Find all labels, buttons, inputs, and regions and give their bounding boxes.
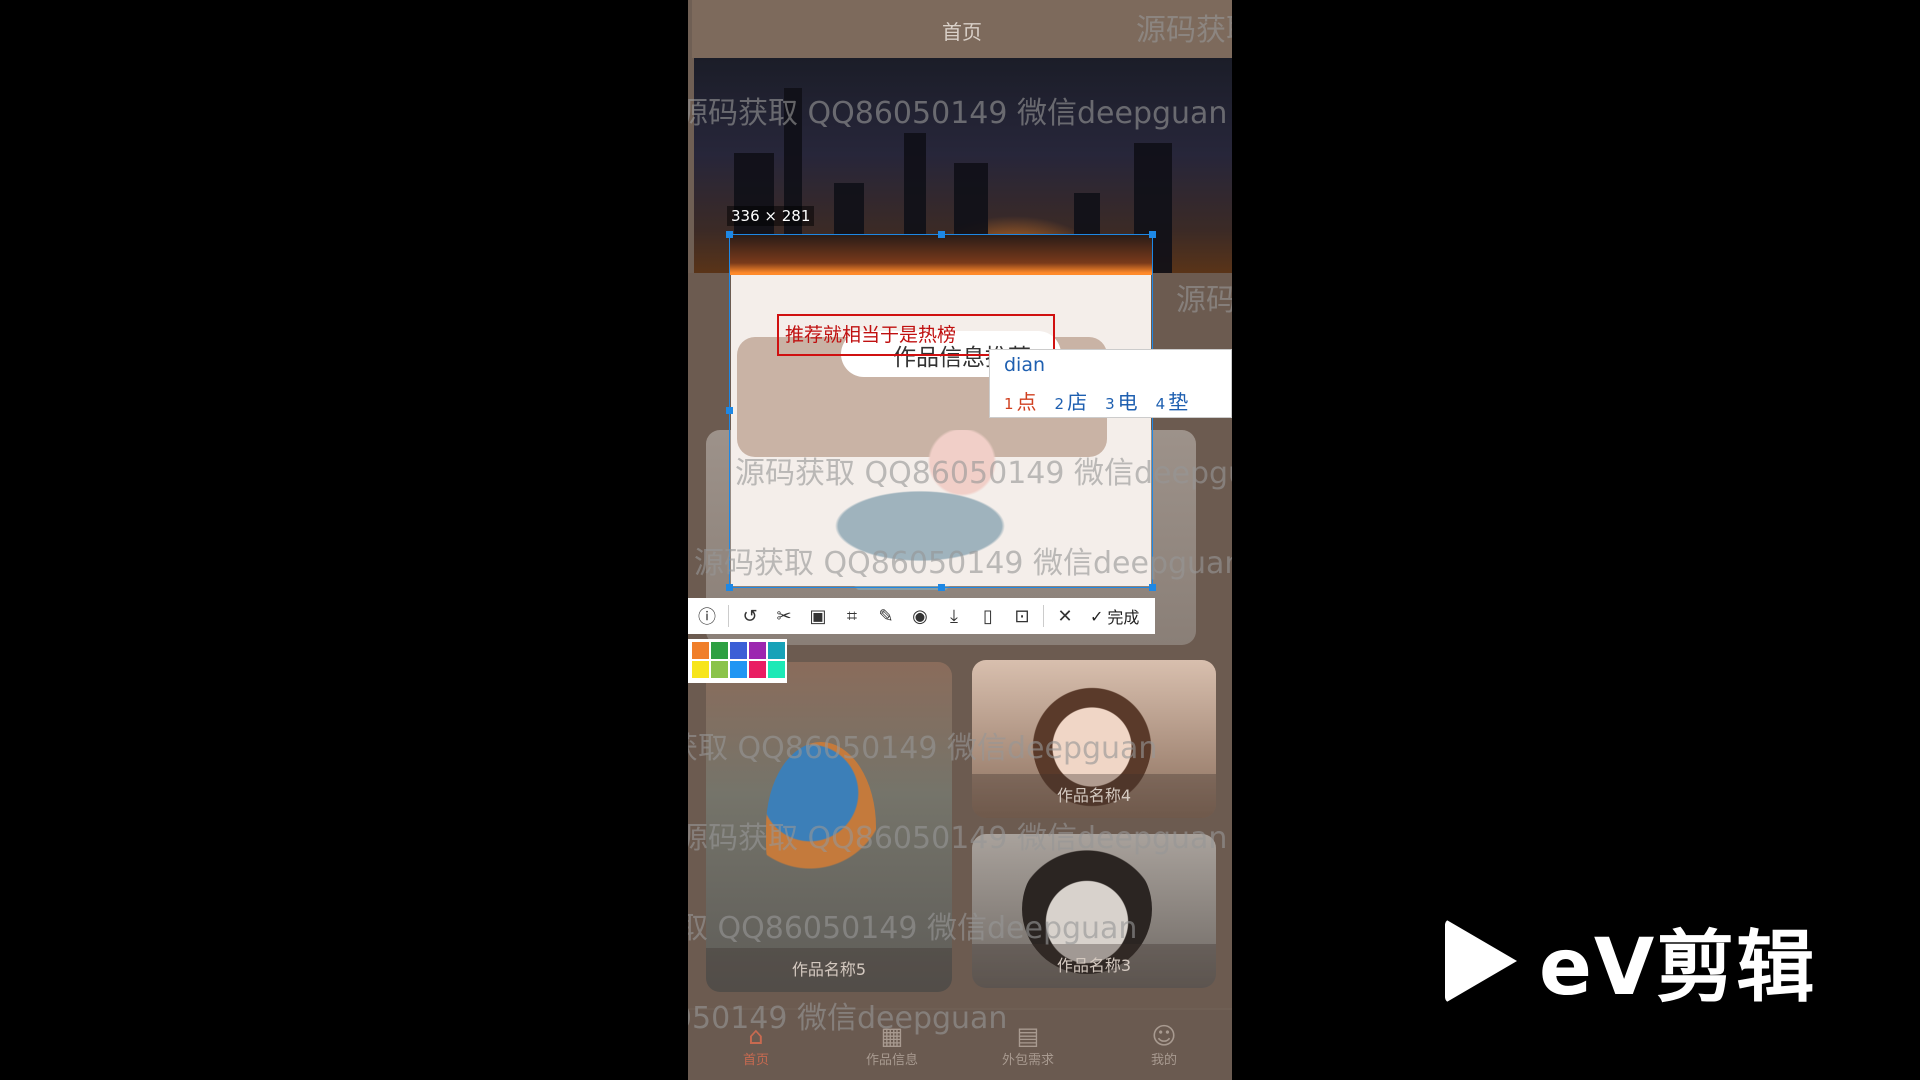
color-swatch[interactable] bbox=[711, 642, 728, 659]
tab-label: 外包需求 bbox=[1001, 1052, 1054, 1068]
work-card[interactable]: 作品名称5 bbox=[706, 662, 952, 992]
work-card[interactable]: 作品名称3 bbox=[972, 834, 1216, 988]
home-icon: ⌂ bbox=[748, 1021, 764, 1050]
color-swatch[interactable] bbox=[749, 661, 766, 678]
color-swatch[interactable] bbox=[768, 661, 785, 678]
crop-icon[interactable]: ✂ bbox=[769, 606, 799, 627]
resize-handle[interactable] bbox=[1149, 231, 1156, 238]
selection-banner-slice bbox=[730, 235, 1152, 275]
screenshot-toolbar: ⓘ ↺ ✂ ▣ ⌗ ✎ ◉ ⤓ ▯ ⊡ ✕ ✓ 完成 bbox=[688, 598, 1155, 634]
resize-handle[interactable] bbox=[726, 584, 733, 591]
tab-outsourcing[interactable]: ▤ 外包需求 bbox=[960, 1010, 1096, 1080]
color-palette bbox=[688, 639, 787, 683]
work-title: 作品名称5 bbox=[706, 948, 952, 992]
pin-icon[interactable]: ✎ bbox=[871, 606, 901, 627]
resize-handle[interactable] bbox=[938, 231, 945, 238]
tab-label: 作品信息 bbox=[865, 1052, 918, 1068]
logo-text: eV剪辑 bbox=[1539, 923, 1817, 1013]
color-swatch[interactable] bbox=[692, 661, 709, 678]
undo-icon[interactable]: ↺ bbox=[735, 606, 765, 627]
ime-candidate[interactable]: 1点 bbox=[1004, 386, 1037, 415]
tab-home[interactable]: ⌂ 首页 bbox=[688, 1010, 824, 1080]
top-navbar: 首页 bbox=[692, 0, 1232, 58]
scan-icon[interactable]: ⌗ bbox=[837, 606, 867, 627]
resize-handle[interactable] bbox=[1149, 584, 1156, 591]
selection-size-label: 336 × 281 bbox=[727, 206, 815, 226]
work-card[interactable]: 作品名称4 bbox=[972, 660, 1216, 818]
play-icon bbox=[1445, 919, 1517, 1003]
ev-editor-logo: eV剪辑 bbox=[1445, 905, 1816, 1017]
phone-icon[interactable]: ▯ bbox=[973, 606, 1003, 627]
work-title: 作品名称4 bbox=[972, 774, 1216, 818]
color-swatch[interactable] bbox=[730, 661, 747, 678]
ocr-icon[interactable]: ▣ bbox=[803, 606, 833, 627]
record-icon[interactable]: ◉ bbox=[905, 606, 935, 627]
color-swatch[interactable] bbox=[749, 642, 766, 659]
selection-lotus-image bbox=[731, 430, 1151, 586]
resize-handle[interactable] bbox=[938, 584, 945, 591]
tab-mine[interactable]: ☺ 我的 bbox=[1096, 1010, 1232, 1080]
check-icon: ✓ bbox=[1090, 606, 1104, 626]
resize-handle[interactable] bbox=[726, 231, 733, 238]
grid-icon: ▦ bbox=[880, 1021, 904, 1050]
close-icon[interactable]: ✕ bbox=[1050, 606, 1080, 627]
color-swatch[interactable] bbox=[692, 642, 709, 659]
ime-candidate[interactable]: 2店 bbox=[1055, 386, 1088, 415]
ime-composition: dian bbox=[1004, 354, 1046, 376]
download-icon[interactable]: ⤓ bbox=[939, 606, 969, 627]
color-swatch[interactable] bbox=[711, 661, 728, 678]
ime-candidate[interactable]: 4垫 bbox=[1156, 386, 1189, 415]
page-title: 首页 bbox=[942, 20, 982, 44]
resize-handle[interactable] bbox=[726, 407, 733, 414]
bookmark-icon[interactable]: ⊡ bbox=[1007, 606, 1037, 627]
color-swatch[interactable] bbox=[768, 642, 785, 659]
tab-works[interactable]: ▦ 作品信息 bbox=[824, 1010, 960, 1080]
calendar-icon: ▤ bbox=[1016, 1021, 1040, 1050]
info-icon[interactable]: ⓘ bbox=[692, 603, 722, 629]
user-icon: ☺ bbox=[1151, 1021, 1177, 1050]
ime-candidate-window: dian 1点 2店 3电 4垫 bbox=[989, 349, 1232, 418]
color-swatch[interactable] bbox=[730, 642, 747, 659]
bottom-tabbar: ⌂ 首页 ▦ 作品信息 ▤ 外包需求 ☺ 我的 bbox=[688, 1010, 1232, 1080]
kingfisher-image bbox=[766, 742, 876, 912]
done-button[interactable]: ✓ 完成 bbox=[1090, 604, 1139, 628]
tab-label: 首页 bbox=[742, 1052, 769, 1068]
tab-label: 我的 bbox=[1150, 1052, 1177, 1068]
work-title: 作品名称3 bbox=[972, 944, 1216, 988]
ime-candidate[interactable]: 3电 bbox=[1105, 386, 1138, 415]
